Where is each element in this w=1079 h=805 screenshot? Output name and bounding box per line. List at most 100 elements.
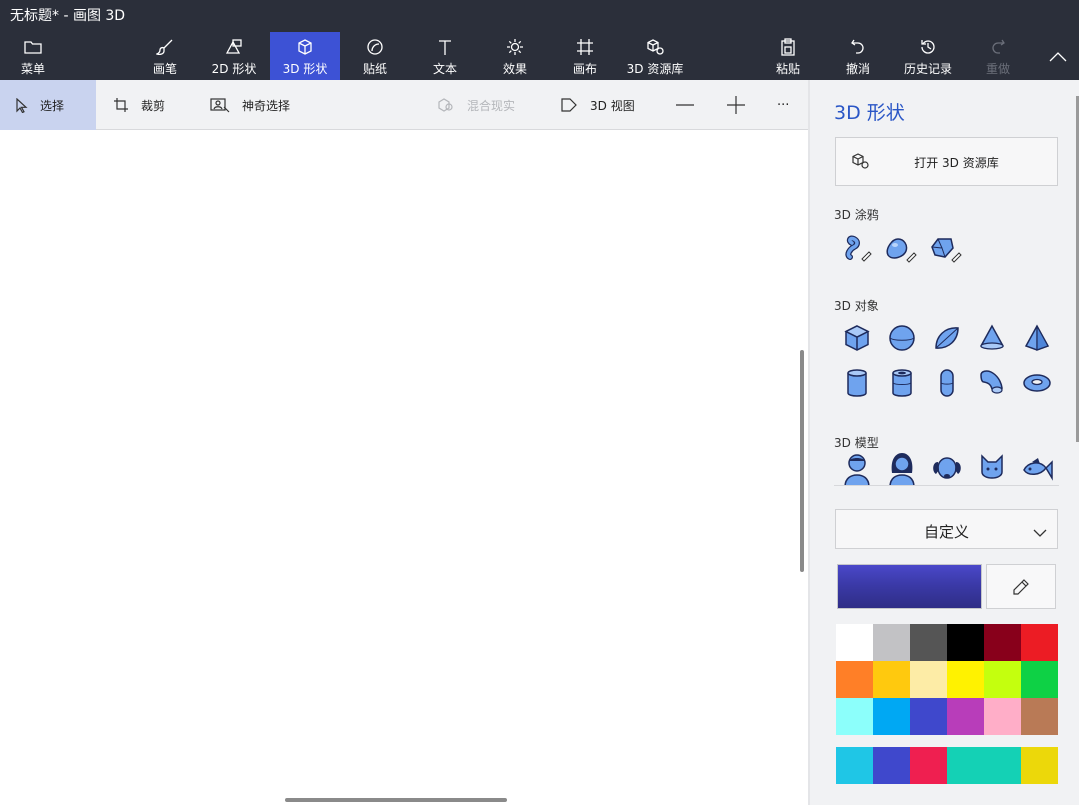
zoom-out-button[interactable]	[676, 80, 696, 130]
crop-tool[interactable]: 裁剪	[113, 80, 193, 130]
open-3d-library-label: 打开 3D 资源库	[914, 156, 999, 170]
hemisphere-icon[interactable]	[927, 318, 967, 358]
custom-color-swatch[interactable]	[947, 747, 984, 784]
color-swatch[interactable]	[1021, 698, 1058, 735]
collapse-ribbon-button[interactable]	[1040, 32, 1076, 80]
brush-icon	[132, 38, 198, 56]
current-color-swatch[interactable]	[837, 564, 982, 609]
man-model-icon[interactable]	[837, 452, 877, 486]
custom-color-swatch[interactable]	[910, 747, 947, 784]
color-swatch[interactable]	[1021, 624, 1058, 661]
color-swatch[interactable]	[984, 698, 1021, 735]
crop-icon	[114, 98, 128, 112]
color-swatch[interactable]	[873, 698, 910, 735]
zoom-in-button[interactable]	[727, 80, 747, 130]
effects-label: 效果	[502, 62, 527, 76]
custom-color-swatch[interactable]	[984, 747, 1021, 784]
color-swatch[interactable]	[947, 661, 984, 698]
shapes-3d-panel: 3D 形状 打开 3D 资源库 3D 涂鸦 3D 对象 3D 模型 自定义	[810, 80, 1079, 805]
history-icon	[895, 38, 961, 56]
canvas-horizontal-scrollbar[interactable]	[285, 798, 507, 802]
paint-3d-window: 无标题* - 画图 3D 菜单 画笔 2D 形状 3D 形状 贴纸 文本 效果 …	[0, 0, 1079, 805]
color-swatch[interactable]	[836, 661, 873, 698]
canvas-vertical-scrollbar[interactable]	[800, 350, 804, 572]
elbow-icon[interactable]	[972, 363, 1012, 403]
models-section-label: 3D 模型	[834, 436, 879, 450]
undo-label: 撤消	[845, 62, 870, 76]
more-options-button[interactable]: ···	[777, 80, 797, 130]
redo-button[interactable]: 重做	[965, 32, 1031, 80]
shapes-2d-tab[interactable]: 2D 形状	[201, 32, 267, 80]
tube-icon[interactable]	[882, 363, 922, 403]
material-dropdown[interactable]: 自定义	[835, 509, 1058, 549]
pyramid-icon[interactable]	[1017, 318, 1057, 358]
custom-color-swatch[interactable]	[873, 747, 910, 784]
brushes-label: 画笔	[152, 62, 177, 76]
menu-label: 菜单	[20, 62, 45, 76]
library-3d-tab[interactable]: 3D 资源库	[622, 32, 688, 80]
donut-icon[interactable]	[1017, 363, 1057, 403]
material-value: 自定义	[923, 523, 969, 541]
color-swatch[interactable]	[947, 624, 984, 661]
capsule-icon[interactable]	[927, 363, 967, 403]
sharp-edge-doodle-icon[interactable]	[926, 228, 966, 268]
select-tool[interactable]: 选择	[0, 80, 96, 130]
soft-edge-doodle-icon[interactable]	[881, 228, 921, 268]
stickers-tab[interactable]: 贴纸	[342, 32, 408, 80]
history-button[interactable]: 历史记录	[895, 32, 961, 80]
color-swatch[interactable]	[836, 698, 873, 735]
canvas-tab[interactable]: 画布	[552, 32, 618, 80]
text-label: 文本	[432, 62, 457, 76]
menu-button[interactable]: 菜单	[0, 32, 66, 80]
paste-button[interactable]: 粘贴	[755, 32, 821, 80]
redo-icon	[965, 38, 1031, 56]
canvas-grid-icon	[552, 38, 618, 56]
color-swatch[interactable]	[910, 624, 947, 661]
dog-model-icon[interactable]	[927, 452, 967, 486]
color-swatch[interactable]	[984, 624, 1021, 661]
custom-color-swatch[interactable]	[836, 747, 873, 784]
3d-view-button[interactable]: 3D 视图	[560, 80, 650, 130]
tube-doodle-icon[interactable]	[837, 228, 877, 268]
color-swatch[interactable]	[984, 661, 1021, 698]
cat-model-icon[interactable]	[972, 452, 1012, 486]
library-3d-icon	[622, 38, 688, 56]
cylinder-icon[interactable]	[837, 363, 877, 403]
custom-color-row	[836, 747, 1058, 784]
effects-tab[interactable]: 效果	[482, 32, 548, 80]
shapes-3d-tab[interactable]: 3D 形状	[270, 32, 340, 80]
open-3d-library-button[interactable]: 打开 3D 资源库	[835, 137, 1058, 186]
sun-icon	[482, 38, 548, 56]
magic-select-tool[interactable]: 神奇选择	[210, 80, 320, 130]
3d-view-label: 3D 视图	[590, 98, 635, 113]
color-swatch[interactable]	[910, 698, 947, 735]
mixed-reality-icon	[438, 98, 453, 112]
color-swatch[interactable]	[873, 624, 910, 661]
cube-icon	[270, 38, 340, 56]
cube-icon[interactable]	[837, 318, 877, 358]
cone-icon[interactable]	[972, 318, 1012, 358]
undo-button[interactable]: 撤消	[825, 32, 891, 80]
woman-model-icon[interactable]	[882, 452, 922, 486]
magic-select-label: 神奇选择	[242, 98, 291, 113]
color-swatch[interactable]	[873, 661, 910, 698]
mixed-reality-button[interactable]: 混合现实	[437, 80, 537, 130]
color-swatch[interactable]	[1021, 661, 1058, 698]
sphere-icon[interactable]	[882, 318, 922, 358]
eyedropper-icon	[1013, 578, 1029, 595]
text-tab[interactable]: 文本	[412, 32, 478, 80]
magic-select-icon	[210, 98, 230, 113]
custom-color-swatch[interactable]	[1021, 747, 1058, 784]
section-divider	[834, 485, 1059, 486]
chevron-down-icon	[1033, 523, 1047, 542]
fish-model-icon[interactable]	[1017, 452, 1057, 486]
color-swatch[interactable]	[836, 624, 873, 661]
color-swatch[interactable]	[947, 698, 984, 735]
brushes-tab[interactable]: 画笔	[132, 32, 198, 80]
drawing-canvas[interactable]	[0, 131, 808, 805]
redo-label: 重做	[985, 62, 1010, 76]
color-swatch[interactable]	[910, 661, 947, 698]
shapes-2d-label: 2D 形状	[211, 62, 257, 76]
minus-icon	[676, 104, 694, 106]
eyedropper-button[interactable]	[986, 564, 1056, 609]
